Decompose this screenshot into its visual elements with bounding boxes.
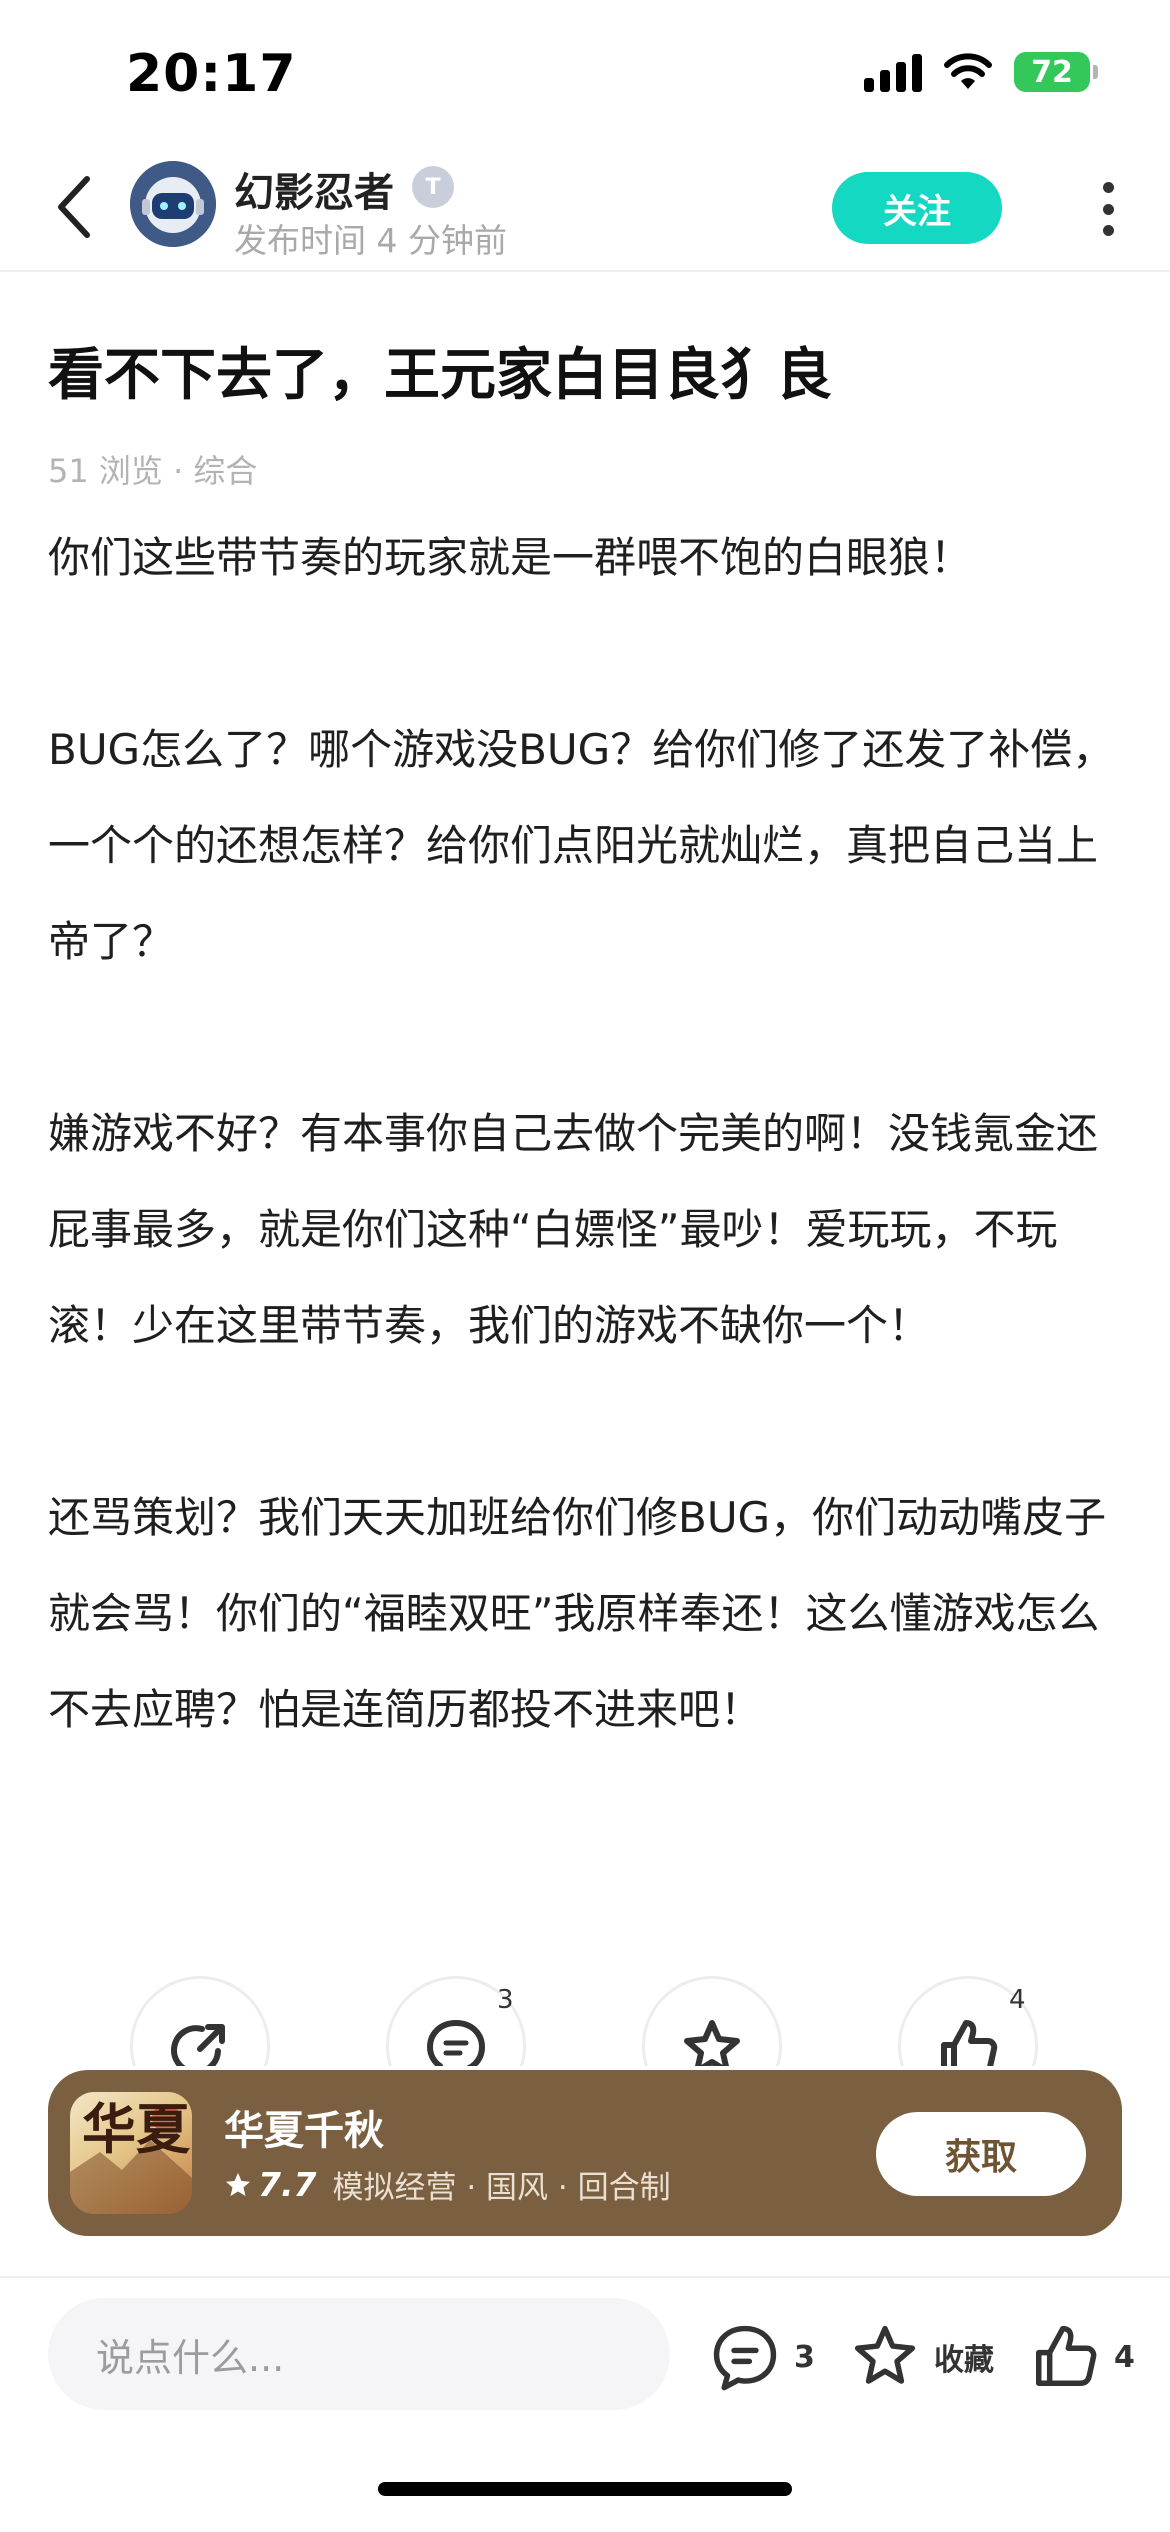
post-title: 看不下去了，王元家白目良犭良 <box>48 343 832 408</box>
game-name: 华夏千秋 <box>224 2108 384 2154</box>
like-count: 4 <box>1009 1985 1026 2015</box>
bottom-like-count: 4 <box>1114 2339 1135 2375</box>
comment-action-button[interactable]: 3 <box>386 1976 526 2066</box>
robot-avatar-icon <box>130 161 216 247</box>
status-icons: 72 <box>864 52 1098 92</box>
game-icon-text: 华夏 <box>82 2097 190 2161</box>
home-indicator <box>378 2482 792 2496</box>
game-rating: 7.7 <box>258 2165 317 2204</box>
battery-icon: 72 <box>1014 52 1098 92</box>
collect-action-button[interactable] <box>642 1976 782 2066</box>
bottom-comment-count: 3 <box>794 2339 815 2375</box>
post-header: 幻影忍者 T 发布时间 4 分钟前 关注 <box>0 150 1170 272</box>
thumbs-up-icon <box>1036 2325 1097 2386</box>
comment-input[interactable]: 说点什么... <box>48 2298 670 2410</box>
comment-count: 3 <box>497 1985 514 2015</box>
post-paragraph: 嫌游戏不好？有本事你自己去做个完美的啊！没钱氪金还屁事最多，就是你们这种“白嫖怪… <box>48 1109 1099 1350</box>
chevron-left-icon <box>58 176 90 238</box>
game-info: 7.7 模拟经营 · 国风 · 回合制 <box>224 2162 671 2207</box>
share-button[interactable] <box>130 1976 270 2066</box>
post-body: 你们这些带节奏的玩家就是一群喂不饱的白眼狼！ BUG怎么了？哪个游戏没BUG？给… <box>48 510 1128 1758</box>
back-button[interactable] <box>40 172 110 242</box>
bottom-divider <box>0 2276 1170 2278</box>
comment-icon <box>427 2020 485 2066</box>
post-paragraph: 还骂策划？我们天天加班给你们修BUG，你们动动嘴皮子就会骂！你们的“福睦双旺”我… <box>48 1493 1107 1734</box>
status-time: 20:17 <box>126 44 297 104</box>
bottom-collect-button[interactable]: 收藏 <box>850 2322 994 2392</box>
thumbs-up-icon <box>941 2020 998 2066</box>
post-paragraph: 你们这些带节奏的玩家就是一群喂不饱的白眼狼！ <box>48 533 973 582</box>
author-avatar[interactable] <box>130 161 216 247</box>
bottom-like-button[interactable]: 4 <box>1030 2322 1135 2392</box>
comment-icon <box>713 2325 777 2391</box>
game-card[interactable]: 华夏 华夏千秋 7.7 模拟经营 · 国风 · 回合制 获取 <box>48 2070 1122 2236</box>
bottom-comment-button[interactable]: 3 <box>710 2322 815 2392</box>
status-bar: 20:17 72 <box>0 0 1170 150</box>
star-icon <box>854 2325 916 2384</box>
bottom-collect-label: 收藏 <box>934 2343 994 2378</box>
post-meta: 51 浏览 · 综合 <box>48 452 258 490</box>
more-options-icon[interactable] <box>1090 178 1126 240</box>
cellular-signal-icon <box>864 52 922 92</box>
rating-star-icon <box>226 2172 250 2196</box>
like-action-button[interactable]: 4 <box>898 1976 1038 2066</box>
get-game-button[interactable]: 获取 <box>876 2112 1086 2196</box>
wifi-icon <box>944 53 992 89</box>
post-time: 发布时间 4 分钟前 <box>234 221 507 260</box>
author-badge: T <box>412 166 454 208</box>
author-name[interactable]: 幻影忍者 <box>234 160 394 218</box>
post-actions: 3 4 <box>0 1976 1170 2066</box>
game-tags: 模拟经营 · 国风 · 回合制 <box>332 2170 671 2206</box>
post-paragraph: BUG怎么了？哪个游戏没BUG？给你们修了还发了补偿，一个个的还想怎样？给你们点… <box>48 725 1115 966</box>
battery-level: 72 <box>1031 54 1073 90</box>
game-icon[interactable]: 华夏 <box>70 2092 192 2214</box>
star-icon <box>684 2020 740 2066</box>
share-icon <box>171 2024 225 2066</box>
follow-button[interactable]: 关注 <box>832 172 1002 244</box>
